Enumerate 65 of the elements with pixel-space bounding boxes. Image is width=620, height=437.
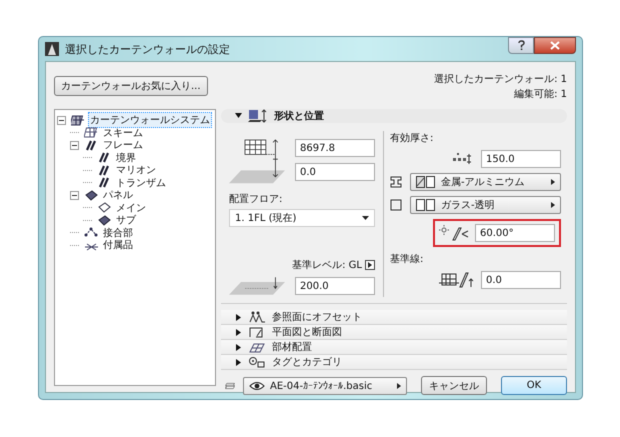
square-icon xyxy=(390,199,402,211)
frame-icon xyxy=(97,176,112,190)
floor-label: 配置フロア: xyxy=(229,192,284,206)
close-icon xyxy=(550,41,560,50)
collapse-toggle[interactable] xyxy=(57,116,66,125)
section-title: 形状と位置 xyxy=(274,110,324,123)
section-header[interactable]: 部材配置 xyxy=(221,340,567,355)
frame-icon xyxy=(84,138,99,152)
play-icon xyxy=(551,179,555,185)
panel-icon xyxy=(84,188,99,202)
baseline-label: 基準線: xyxy=(390,252,424,266)
section-header[interactable]: 平面図と断面図 xyxy=(221,325,567,340)
play-icon xyxy=(551,202,555,208)
baseline-field[interactable]: 0.0 xyxy=(481,271,561,289)
ok-button[interactable]: OK xyxy=(501,376,567,395)
panel-icon xyxy=(97,214,112,227)
section-title: 参照面にオフセット xyxy=(272,310,362,324)
play-icon xyxy=(368,262,372,268)
selection-count-text: 編集可能: 1 xyxy=(514,88,567,101)
help-icon xyxy=(516,40,526,51)
panel-icon xyxy=(97,201,112,214)
section-header[interactable]: タグとカテゴリ xyxy=(221,355,567,370)
material-swatch-icon xyxy=(416,176,436,188)
grid-icon xyxy=(84,126,99,140)
tag-icon xyxy=(248,355,266,369)
height-field[interactable]: 8697.8 xyxy=(295,139,375,157)
curtain-wall-icon xyxy=(71,114,86,127)
tree-item[interactable]: カーテンウォールシステム xyxy=(88,112,212,128)
window-title: 選択したカーテンウォールの設定 xyxy=(65,42,231,56)
slant-angle-icon xyxy=(439,225,471,241)
favorites-button[interactable]: カーテンウォールお気に入り... xyxy=(54,76,208,96)
collapse-toggle[interactable] xyxy=(70,140,79,150)
section-title: タグとカテゴリ xyxy=(272,356,342,369)
collapse-toggle[interactable] xyxy=(70,190,79,200)
eye-icon xyxy=(249,380,265,390)
cancel-button[interactable]: キャンセル xyxy=(421,376,487,395)
layer-dropdown[interactable]: AE-04-ｶｰﾃﾝｳｫｰﾙ.basic xyxy=(243,376,407,394)
offset-field[interactable]: 0.0 xyxy=(295,163,375,181)
reference-level-menu-button[interactable] xyxy=(365,260,375,270)
end-profile-icon xyxy=(390,176,402,188)
dropdown-arrow-icon xyxy=(362,216,369,220)
close-button[interactable] xyxy=(534,37,576,54)
base-offset-field[interactable]: 200.0 xyxy=(295,277,375,295)
frame-icon xyxy=(97,164,112,177)
junction-icon xyxy=(84,226,99,240)
offset-icon xyxy=(248,310,266,324)
baseline-icon xyxy=(439,271,475,289)
floor-dropdown[interactable]: 1. 1FL (現在) xyxy=(229,209,375,227)
section-title: 部材配置 xyxy=(272,340,312,354)
panel-material-dropdown[interactable]: ガラス-透明 xyxy=(410,196,561,214)
material-swatch-icon xyxy=(416,199,436,211)
frame-material-dropdown[interactable]: 金属-アルミニウム xyxy=(410,173,561,191)
thickness-field[interactable]: 150.0 xyxy=(481,150,561,168)
reference-level-label: 基準レベル: GL xyxy=(292,258,362,272)
thickness-label: 有効厚さ: xyxy=(390,132,434,145)
angle-field[interactable]: 60.00° xyxy=(475,224,555,242)
play-icon xyxy=(397,382,401,388)
selection-count-text: 選択したカーテンウォール: 1 xyxy=(434,73,567,86)
section-header[interactable]: 参照面にオフセット xyxy=(221,310,567,325)
shape-icon xyxy=(248,109,268,123)
section-header[interactable]: 形状と位置 xyxy=(221,109,567,123)
app-icon xyxy=(45,42,59,56)
frame-icon xyxy=(97,151,112,164)
section-title: 平面図と断面図 xyxy=(272,326,342,339)
help-button[interactable] xyxy=(508,37,534,54)
